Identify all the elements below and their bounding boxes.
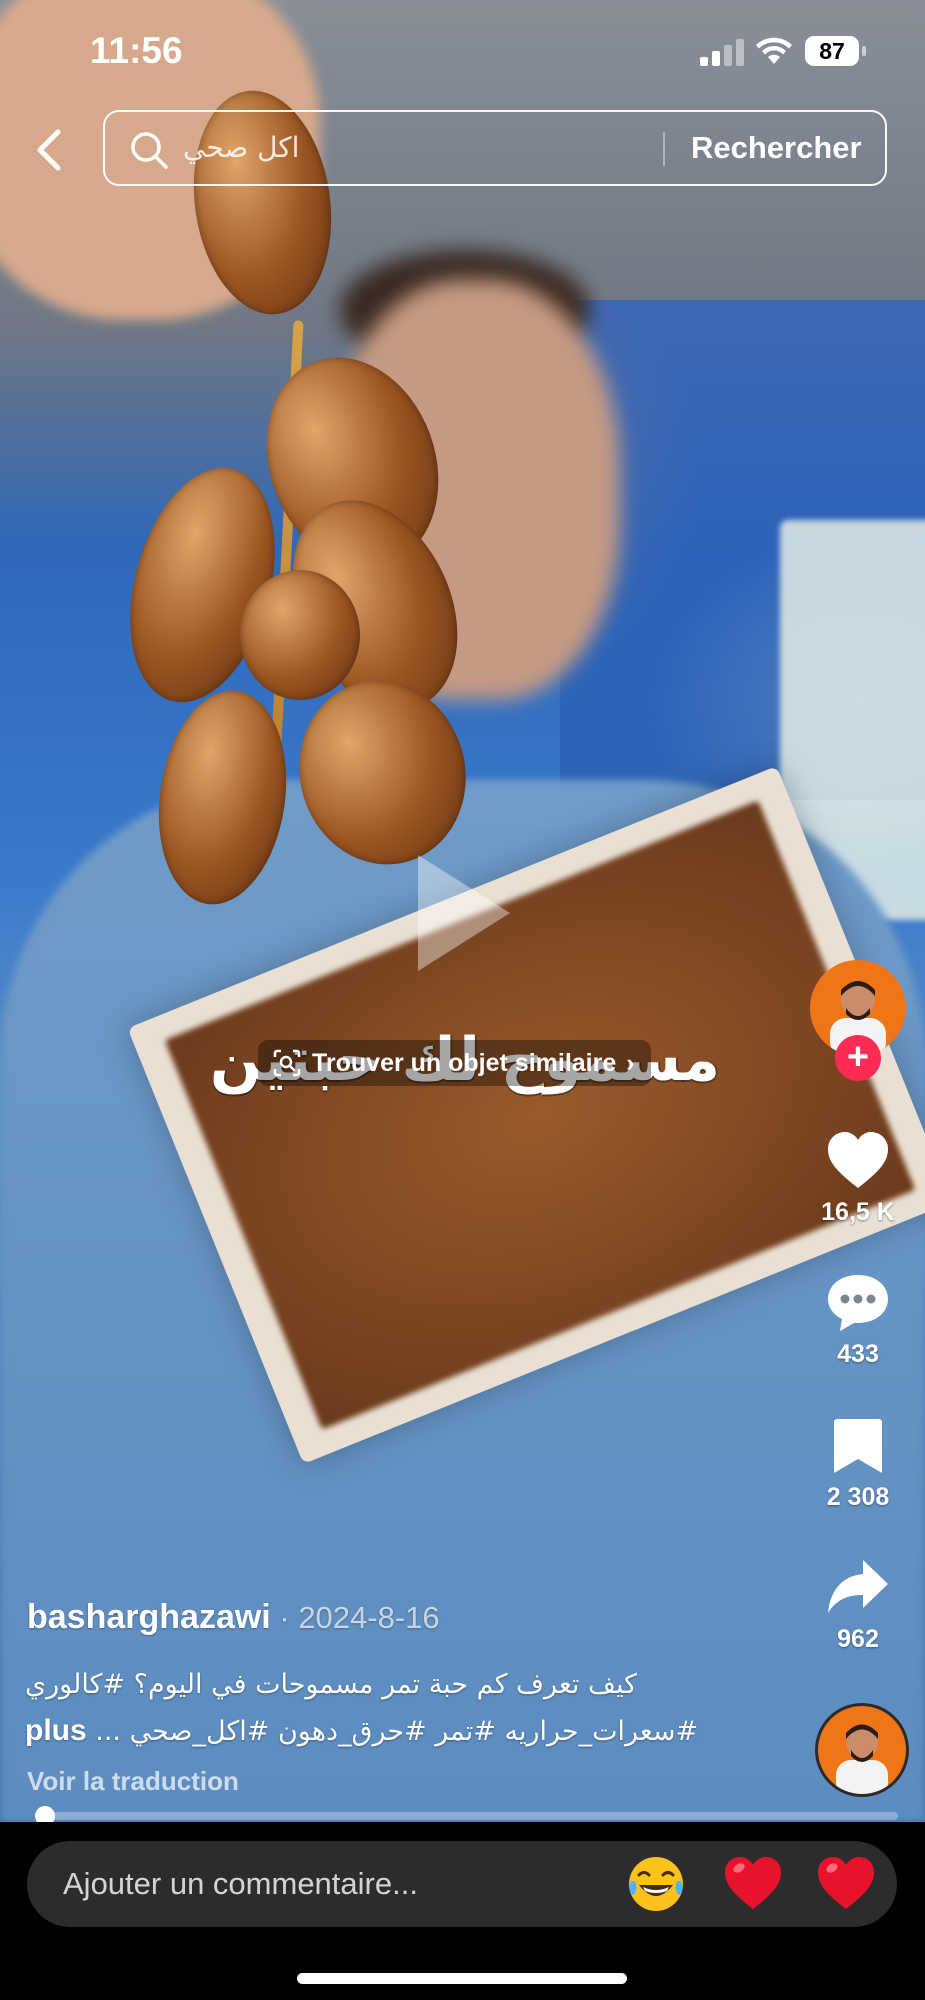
find-similar-object-button[interactable]: Trouver un objet similaire › [258, 1040, 651, 1086]
share-action[interactable]: 962 [800, 1557, 916, 1654]
share-arrow-icon [828, 1560, 888, 1613]
comment-placeholder: Ajouter un commentaire... [63, 1866, 418, 1901]
search-button[interactable]: Rechercher [691, 112, 862, 184]
cellular-signal-icon [700, 38, 744, 66]
visual-search-icon [273, 1049, 301, 1077]
date-separator: · [270, 1600, 299, 1635]
follow-plus-button[interactable]: + [835, 1035, 881, 1081]
search-divider [663, 132, 665, 166]
home-indicator[interactable] [297, 1973, 627, 1984]
find-similar-label: Trouver un objet similaire [312, 1048, 617, 1077]
save-action[interactable]: 2 308 [800, 1415, 916, 1512]
search-input[interactable] [183, 112, 383, 184]
back-arrow-icon[interactable] [32, 128, 68, 172]
see-translation-link[interactable]: Voir la traduction [27, 1766, 239, 1797]
chevron-right-icon: › [626, 1048, 635, 1077]
video-player[interactable] [0, 0, 925, 1822]
battery-indicator: 87 [805, 36, 866, 66]
comment-action[interactable]: 433 [800, 1272, 916, 1369]
status-time: 11:56 [90, 30, 183, 71]
sound-avatar-icon [836, 1724, 888, 1794]
post-caption[interactable]: كيف تعرف كم حبة تمر مسموحات في اليوم؟ #ك… [25, 1662, 715, 1755]
username[interactable]: basharghazawi [27, 1598, 271, 1636]
save-count: 2 308 [826, 1483, 890, 1511]
search-icon [131, 132, 168, 169]
heart-icon [828, 1132, 888, 1188]
status-bar: 11:56 87 [0, 0, 925, 100]
caption-hashtags: #سعرات_حراريه #تمر #حرق_دهون #اكل_صحي ..… [95, 1716, 699, 1747]
search-bar[interactable]: Rechercher [103, 110, 887, 186]
video-progress-bar[interactable] [34, 1806, 898, 1826]
caption-line: كيف تعرف كم حبة تمر مسموحات في اليوم؟ #ك… [25, 1669, 637, 1700]
red-heart-emoji-icon[interactable] [815, 1853, 877, 1915]
share-count: 962 [837, 1625, 879, 1653]
comment-count: 433 [837, 1340, 879, 1368]
play-icon[interactable] [418, 855, 510, 971]
sound-disc[interactable] [815, 1703, 909, 1797]
caption-line: plus #سعرات_حراريه #تمر #حرق_دهون #اكل_ص… [25, 1708, 715, 1755]
comment-bubble-icon [828, 1275, 888, 1331]
see-more-link[interactable]: plus [25, 1714, 87, 1747]
like-action[interactable]: 16,5 K [800, 1130, 916, 1227]
bookmark-icon [834, 1419, 882, 1473]
wifi-icon [756, 37, 792, 64]
comment-input[interactable]: Ajouter un commentaire... [27, 1841, 897, 1927]
post-meta: basharghazawi · 2024-8-16 [27, 1598, 440, 1637]
post-date: 2024-8-16 [298, 1600, 440, 1635]
bottom-bar: Ajouter un commentaire... [0, 1822, 925, 2000]
like-count: 16,5 K [821, 1198, 895, 1226]
red-heart-emoji-icon[interactable] [722, 1853, 784, 1915]
tears-of-joy-emoji-icon[interactable] [625, 1853, 687, 1915]
